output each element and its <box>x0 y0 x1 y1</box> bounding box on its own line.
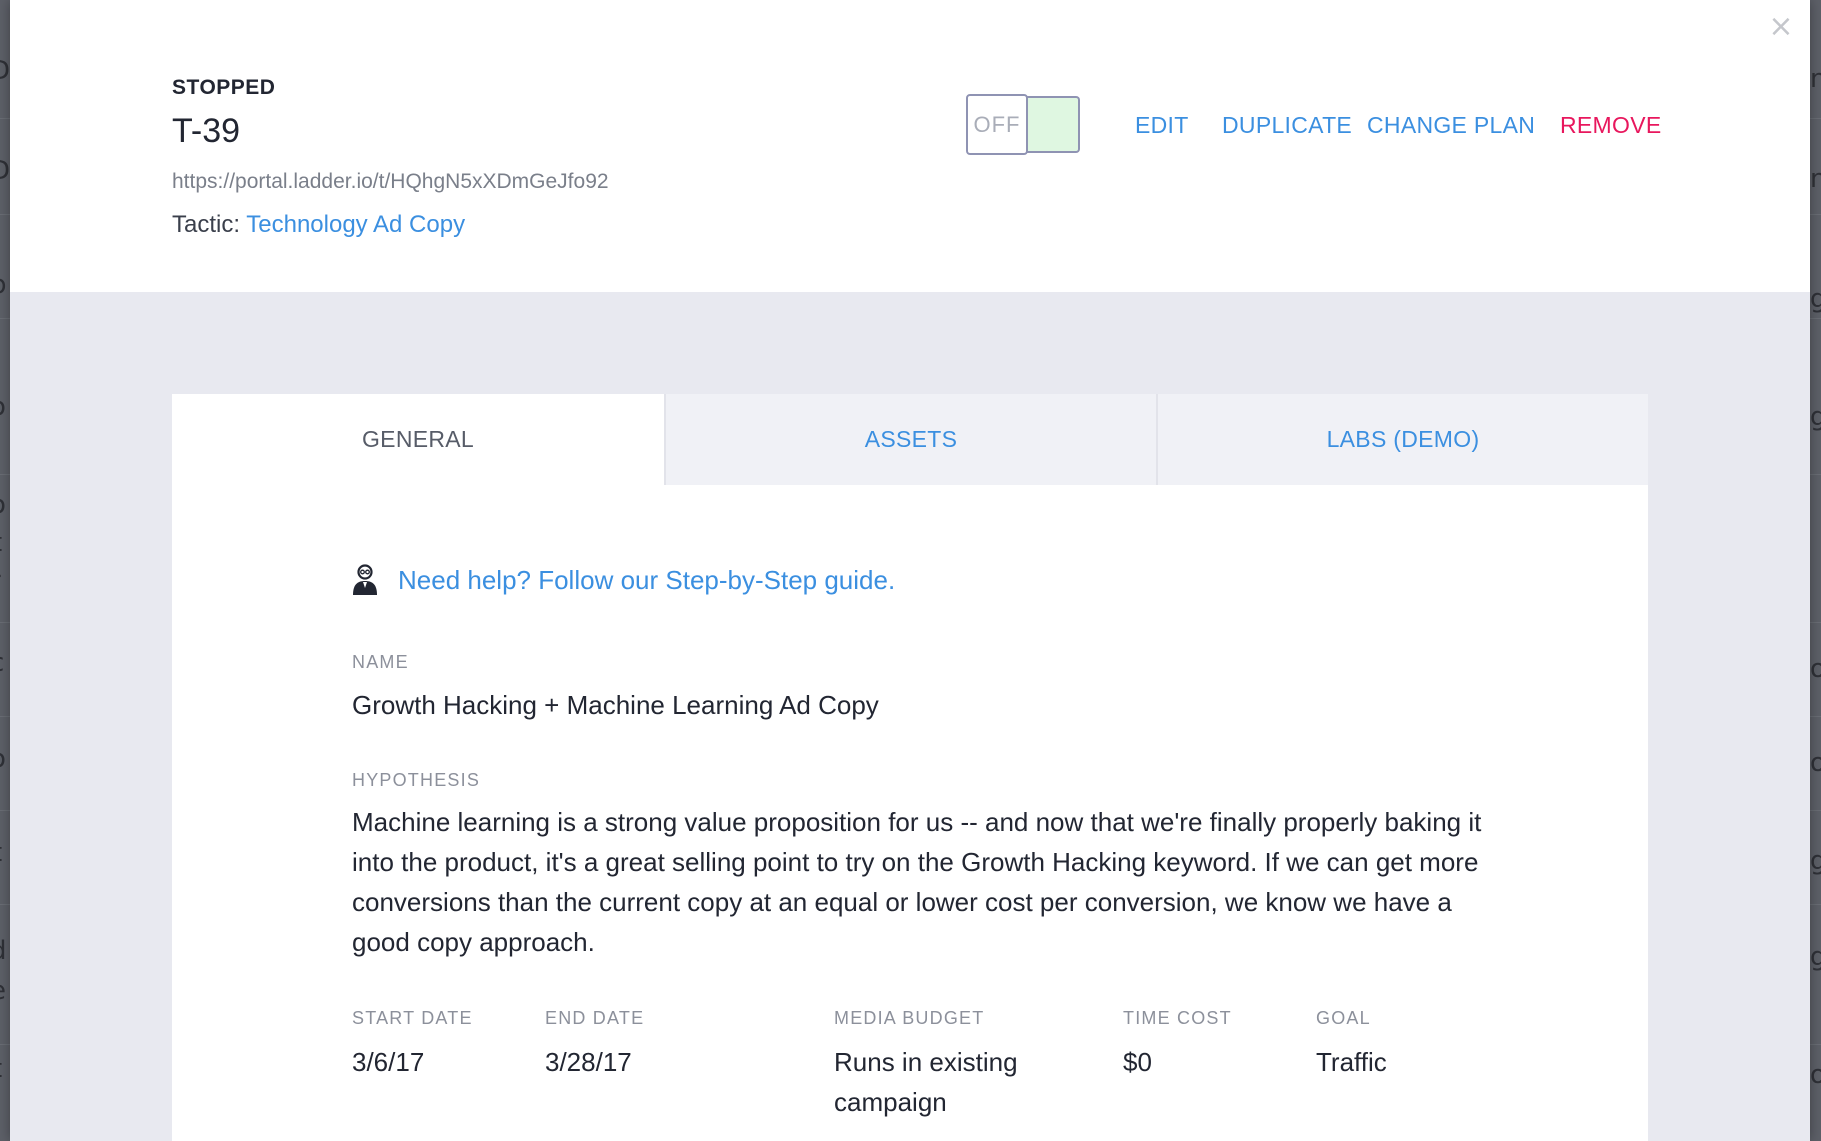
media-budget-label: MEDIA BUDGET <box>834 1008 985 1028</box>
time-cost-value: $0 <box>1123 1047 1152 1077</box>
goal-label: GOAL <box>1316 1008 1371 1028</box>
user-guide-icon <box>353 564 377 595</box>
duplicate-button[interactable]: DUPLICATE <box>1222 112 1352 139</box>
name-label: NAME <box>352 652 409 672</box>
start-date-value: 3/6/17 <box>352 1047 425 1077</box>
modal-header: × STOPPED T-39 https://portal.ladder.io/… <box>10 0 1810 292</box>
close-icon[interactable]: × <box>1768 12 1794 42</box>
goal-value: Traffic <box>1316 1047 1387 1077</box>
remove-button[interactable]: REMOVE <box>1560 112 1661 139</box>
tab-labs-demo[interactable]: LABS (DEMO) <box>1156 394 1648 485</box>
tactic-line: Tactic: Technology Ad Copy <box>172 211 465 239</box>
hypothesis-value: Machine learning is a strong value propo… <box>352 807 1482 957</box>
tab-assets[interactable]: ASSETS <box>664 394 1156 485</box>
help-guide-link[interactable]: Need help? Follow our Step-by-Step guide… <box>398 565 895 596</box>
test-id: T-39 <box>172 112 241 150</box>
end-date-value: 3/28/17 <box>545 1047 632 1077</box>
time-cost-label: TIME COST <box>1123 1008 1232 1028</box>
name-value: Growth Hacking + Machine Learning Ad Cop… <box>352 690 879 720</box>
status-badge: STOPPED <box>172 76 276 99</box>
toggle-track <box>1024 96 1080 153</box>
change-plan-button[interactable]: CHANGE PLAN <box>1367 112 1535 139</box>
test-detail-modal: × STOPPED T-39 https://portal.ladder.io/… <box>10 0 1810 1141</box>
background-app-right-edge: n n g g o o g g o <box>1810 0 1821 1141</box>
toggle-off-label: OFF <box>966 94 1028 155</box>
tactic-link[interactable]: Technology Ad Copy <box>246 211 465 238</box>
tactic-prefix: Tactic: <box>172 211 247 238</box>
hypothesis-label: HYPOTHESIS <box>352 770 481 790</box>
media-budget-value: Runs in existing campaign <box>834 1047 1018 1117</box>
edit-button[interactable]: EDIT <box>1135 112 1189 139</box>
background-app-left-edge: D D b o o t r c o t d e t i <box>0 0 10 1141</box>
help-guide: Need help? Follow our Step-by-Step guide… <box>352 564 895 596</box>
end-date-label: END DATE <box>545 1008 645 1028</box>
test-url: https://portal.ladder.io/t/HQhgN5xXDmGeJ… <box>172 170 609 193</box>
detail-card: GENERAL ASSETS LABS (DEMO) Need help? Fo… <box>172 394 1648 1141</box>
tab-bar: GENERAL ASSETS LABS (DEMO) <box>172 394 1648 485</box>
status-toggle[interactable]: OFF <box>966 94 1080 155</box>
tab-general[interactable]: GENERAL <box>172 394 664 485</box>
start-date-label: START DATE <box>352 1008 473 1028</box>
